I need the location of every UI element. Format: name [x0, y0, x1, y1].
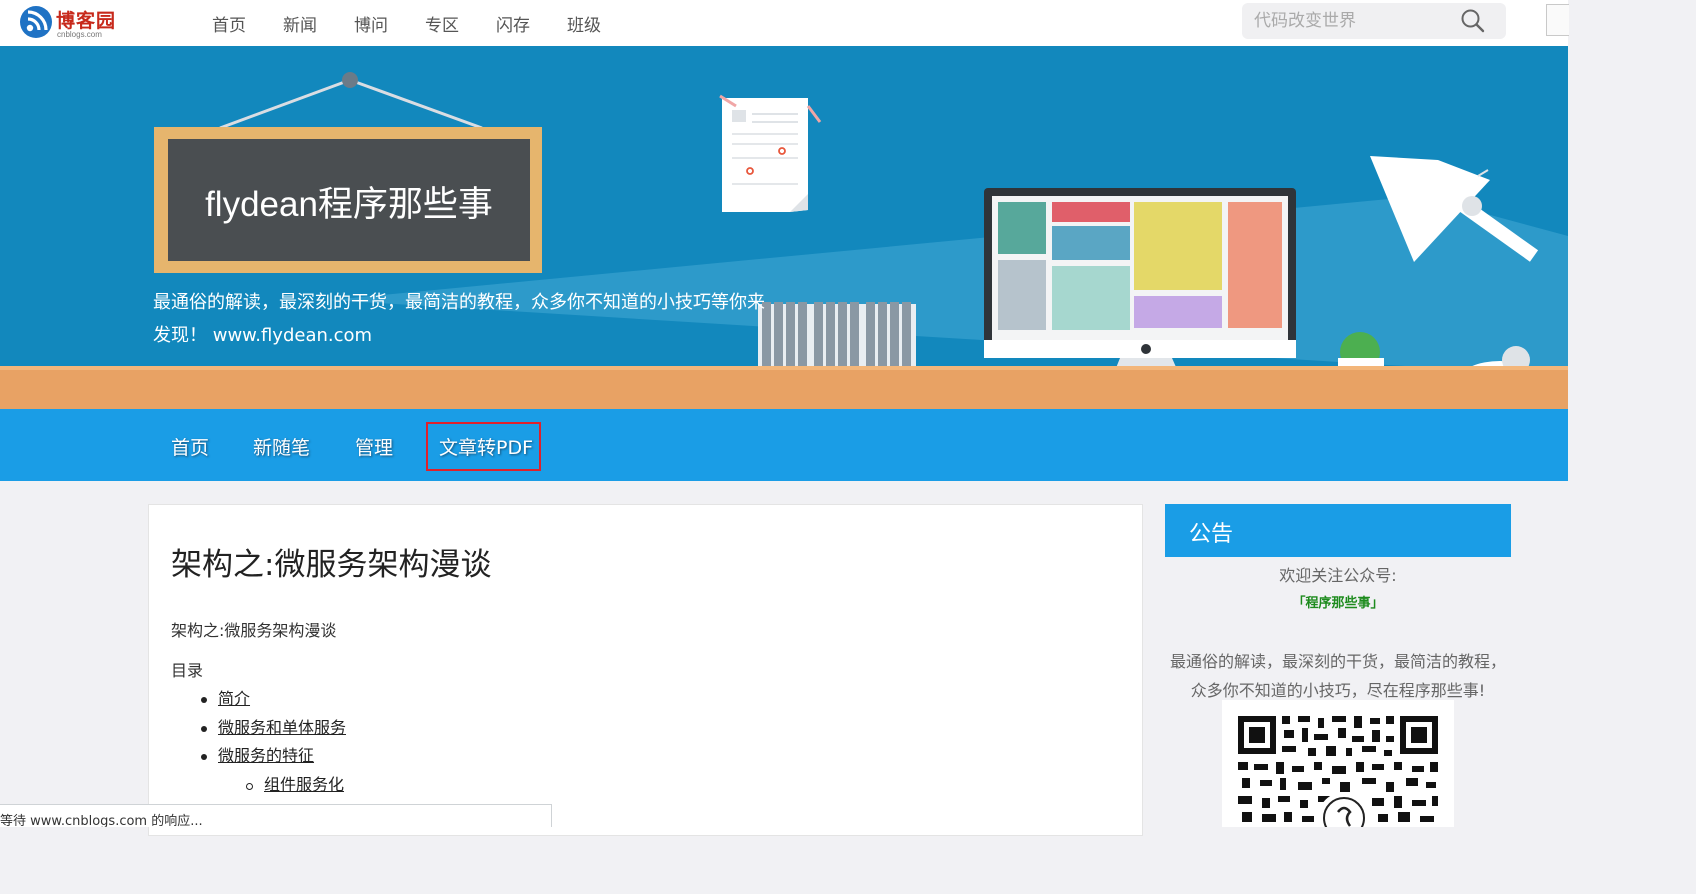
blog-motto-line-2: 发现！ www.flydean.com — [153, 325, 373, 346]
browser-status-bar: 等待 www.cnblogs.com 的响应... — [0, 804, 552, 827]
site-nav-qa[interactable]: 博问 — [354, 11, 425, 36]
wechat-account-name: 「程序那些事」 — [1292, 596, 1384, 611]
qr-code-image — [1222, 700, 1454, 827]
toc-item-microservice-vs-monolith[interactable]: 微服务和单体服务 — [218, 714, 346, 738]
cnblogs-logo[interactable]: 博客园 cnblogs.com — [20, 4, 120, 42]
blog-motto-line-1: 最通俗的解读，最深刻的干货，最简洁的教程，众多你不知道的小技巧等你来 — [153, 292, 765, 313]
toc-item-features[interactable]: 微服务的特征 — [218, 742, 314, 766]
article-intro: 架构之:微服务架构漫谈 — [171, 621, 337, 640]
banner-illustration — [154, 72, 1568, 408]
desk — [0, 370, 1568, 409]
notice-title: 公告 — [1189, 522, 1234, 547]
user-avatar-image[interactable] — [1546, 4, 1569, 36]
site-nav-zone[interactable]: 专区 — [425, 11, 496, 36]
logo-subtext: cnblogs.com — [57, 30, 102, 39]
status-text: 等待 www.cnblogs.com 的响应... — [0, 814, 203, 827]
logo-text: 博客园 — [56, 10, 117, 32]
toc-subitem-componentization[interactable]: 组件服务化 — [264, 771, 344, 795]
circle-bullet-icon — [246, 783, 253, 790]
site-nav: 首页 新闻 博问 专区 闪存 班级 — [212, 11, 638, 36]
blog-motto: 最通俗的解读，最深刻的干货，最简洁的教程，众多你不知道的小技巧等你来 发现！ w… — [153, 286, 813, 352]
article-title[interactable]: 架构之:微服务架构漫谈 — [171, 539, 491, 584]
search-icon[interactable] — [1460, 8, 1486, 34]
notice-follow-text: 欢迎关注公众号: — [1279, 566, 1397, 585]
notice-header: 公告 — [1165, 504, 1511, 557]
site-nav-class[interactable]: 班级 — [567, 11, 638, 36]
blog-nav: 首页 新随笔 管理 文章转PDF — [0, 409, 1568, 481]
site-nav-flash[interactable]: 闪存 — [496, 11, 567, 36]
article-card: 架构之:微服务架构漫谈 架构之:微服务架构漫谈 目录 简介 微服务和单体服务 微… — [148, 504, 1143, 836]
toc-item-intro[interactable]: 简介 — [218, 685, 250, 709]
blog-nav-manage[interactable]: 管理 — [355, 433, 393, 460]
search-input[interactable] — [1252, 7, 1456, 35]
blog-banner: flydean程序那些事 最通俗的解读，最深刻的干货，最简洁的教程，众多你不知道… — [0, 46, 1568, 409]
highlight-box — [426, 422, 541, 471]
blog-nav-home[interactable]: 首页 — [171, 433, 209, 460]
bullet-icon — [201, 754, 207, 760]
bullet-icon — [201, 697, 207, 703]
blog-nav-new-post[interactable]: 新随笔 — [253, 433, 310, 460]
site-nav-home[interactable]: 首页 — [212, 11, 283, 36]
toc-title: 目录 — [171, 661, 204, 680]
bullet-icon — [201, 726, 207, 732]
site-header: 博客园 cnblogs.com 首页 新闻 博问 专区 闪存 班级 — [0, 0, 1569, 46]
notice-desc-line-2: 众多你不知道的小技巧，尽在程序那些事! — [1190, 681, 1486, 700]
rss-logo-icon — [20, 6, 52, 38]
notice-desc-line-1: 最通俗的解读，最深刻的干货，最简洁的教程， — [1169, 652, 1506, 671]
site-nav-news[interactable]: 新闻 — [283, 11, 354, 36]
blog-title[interactable]: flydean程序那些事 — [168, 176, 530, 227]
